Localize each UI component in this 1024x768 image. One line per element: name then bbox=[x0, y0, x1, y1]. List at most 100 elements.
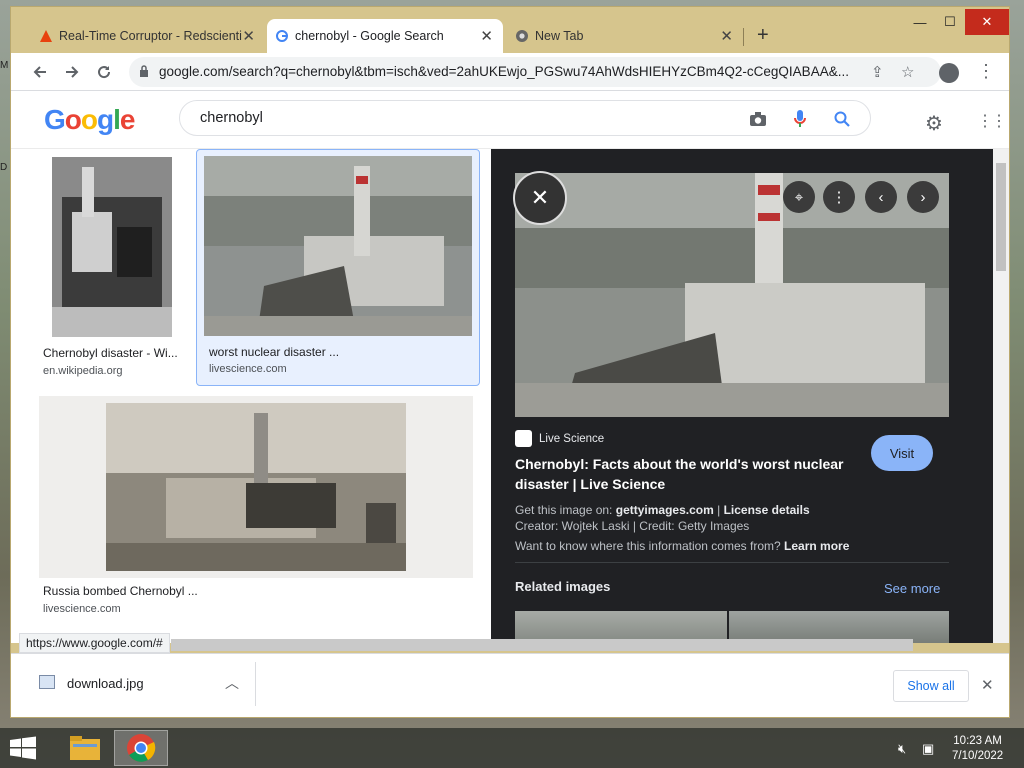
reload-button[interactable] bbox=[93, 61, 115, 83]
tab-redscientist[interactable]: Real-Time Corruptor - Redscienti ✕ bbox=[31, 19, 265, 53]
gettyimages-link[interactable]: gettyimages.com bbox=[616, 503, 714, 517]
search-icon[interactable] bbox=[832, 109, 852, 129]
google-g-icon bbox=[276, 30, 288, 42]
bookmark-star-icon[interactable]: ☆ bbox=[901, 63, 914, 81]
windows-start-icon[interactable] bbox=[8, 736, 38, 760]
browser-window: Real-Time Corruptor - Redscienti ✕ chern… bbox=[10, 6, 1010, 718]
horizontal-scrollbar[interactable] bbox=[171, 639, 913, 651]
clock[interactable]: 10:23 AM 7/10/2022 bbox=[952, 734, 1003, 764]
desktop-icon-fragment: D bbox=[0, 162, 8, 173]
share-icon[interactable]: ⇪ bbox=[871, 63, 884, 81]
source-name[interactable]: Live Science bbox=[539, 433, 604, 445]
back-arrow-icon bbox=[33, 66, 46, 78]
lock-icon bbox=[140, 65, 148, 77]
new-tab-button[interactable]: + bbox=[757, 25, 769, 45]
network-icon[interactable]: ▣ bbox=[922, 741, 934, 757]
camera-search-icon[interactable] bbox=[748, 109, 768, 129]
taskbar: 🔇︎ ▣ 10:23 AM 7/10/2022 bbox=[0, 728, 1024, 768]
logo-letter: l bbox=[113, 104, 121, 135]
reload-icon bbox=[98, 66, 111, 79]
image-result-selected[interactable]: worst nuclear disaster ... livescience.c… bbox=[196, 149, 480, 386]
maximize-button[interactable]: ☐ bbox=[935, 9, 965, 35]
preview-title[interactable]: Chernobyl: Facts about the world's worst… bbox=[515, 454, 861, 494]
result-source: livescience.com bbox=[209, 363, 287, 375]
related-images-heading: Related images bbox=[515, 579, 611, 594]
volume-muted-icon[interactable]: 🔇︎ bbox=[898, 741, 906, 757]
learn-more-link[interactable]: Learn more bbox=[784, 539, 849, 553]
close-tab-icon[interactable]: ✕ bbox=[720, 27, 733, 45]
download-file-name[interactable]: download.jpg bbox=[67, 676, 144, 691]
see-more-link[interactable]: See more bbox=[884, 581, 940, 596]
thumbnail-image bbox=[106, 403, 406, 571]
search-input[interactable] bbox=[200, 110, 700, 126]
scrollbar-thumb[interactable] bbox=[996, 163, 1006, 271]
show-all-button[interactable]: Show all bbox=[893, 670, 969, 702]
logo-letter: g bbox=[97, 104, 114, 135]
result-thumbnail[interactable] bbox=[204, 156, 472, 336]
forward-button[interactable] bbox=[61, 61, 83, 83]
tab-title: Real-Time Corruptor - Redscienti bbox=[59, 29, 242, 43]
apps-grid-icon[interactable]: ⋮⋮ bbox=[977, 111, 1007, 131]
lens-search-icon[interactable]: ⌖ bbox=[783, 181, 815, 213]
web-page: Google ⚙ ⋮⋮ bbox=[11, 91, 1009, 643]
result-thumbnail[interactable] bbox=[52, 157, 172, 337]
close-preview-button[interactable]: ✕ bbox=[513, 171, 567, 225]
close-tab-icon[interactable]: ✕ bbox=[480, 27, 493, 45]
more-options-icon[interactable]: ⋮ bbox=[823, 181, 855, 213]
result-title[interactable]: Russia bombed Chernobyl ... bbox=[43, 584, 198, 598]
result-title[interactable]: Chernobyl disaster - Wi... bbox=[43, 346, 178, 360]
live-science-favicon bbox=[515, 430, 532, 447]
vertical-scrollbar[interactable] bbox=[993, 149, 1009, 643]
get-image-line: Get this image on: gettyimages.com | Lic… bbox=[515, 503, 810, 517]
logo-letter: e bbox=[119, 104, 136, 135]
google-header: Google ⚙ ⋮⋮ bbox=[11, 91, 1009, 149]
result-thumbnail[interactable] bbox=[106, 403, 406, 571]
clock-time: 10:23 AM bbox=[953, 735, 1002, 747]
forward-arrow-icon bbox=[66, 66, 79, 78]
previous-image-icon[interactable]: ‹ bbox=[865, 181, 897, 213]
microphone-icon[interactable] bbox=[790, 109, 810, 129]
status-bar-url: https://www.google.com/# bbox=[19, 633, 170, 653]
info-line: Want to know where this information come… bbox=[515, 539, 849, 553]
google-logo[interactable]: Google bbox=[44, 104, 136, 136]
creator-line: Creator: Wojtek Laski | Credit: Getty Im… bbox=[515, 519, 750, 533]
visit-button[interactable]: Visit bbox=[871, 435, 933, 471]
logo-letter: G bbox=[44, 104, 66, 135]
download-shelf: download.jpg ︿ Show all ✕ bbox=[11, 653, 1009, 717]
thumbnail-image bbox=[204, 156, 472, 336]
result-title[interactable]: worst nuclear disaster ... bbox=[209, 345, 339, 359]
gear-icon[interactable]: ⚙ bbox=[925, 111, 943, 136]
image-result[interactable]: Chernobyl disaster - Wi... en.wikipedia.… bbox=[33, 149, 197, 385]
tab-separator bbox=[743, 28, 744, 46]
tab-google-search[interactable]: chernobyl - Google Search ✕ bbox=[267, 19, 503, 53]
logo-letter: o bbox=[80, 104, 98, 135]
tab-title: New Tab bbox=[535, 29, 584, 43]
address-bar[interactable]: google.com/search?q=chernobyl&tbm=isch&v… bbox=[129, 57, 941, 87]
file-explorer-icon[interactable] bbox=[58, 730, 112, 766]
tab-title: chernobyl - Google Search bbox=[295, 29, 444, 43]
tab-bar: Real-Time Corruptor - Redscienti ✕ chern… bbox=[11, 7, 1009, 53]
profile-avatar-icon[interactable] bbox=[939, 63, 959, 83]
close-icon[interactable]: ✕ bbox=[981, 676, 994, 694]
back-button[interactable] bbox=[29, 61, 51, 83]
tab-new-tab[interactable]: New Tab ✕ bbox=[507, 19, 744, 53]
chevron-up-icon[interactable]: ︿ bbox=[225, 673, 239, 693]
info-prefix: Want to know where this information come… bbox=[515, 539, 781, 553]
desktop-icon-fragment: M bbox=[0, 60, 9, 71]
url-text[interactable]: google.com/search?q=chernobyl&tbm=isch&v… bbox=[159, 64, 859, 79]
next-image-icon[interactable]: › bbox=[907, 181, 939, 213]
image-result[interactable]: Russia bombed Chernobyl ... livescience.… bbox=[39, 396, 473, 631]
image-preview-panel: ✕ ⌖ ⋮ ‹ › Live Science Visit Chernobyl: … bbox=[491, 149, 993, 643]
clock-date: 7/10/2022 bbox=[952, 750, 1004, 762]
chrome-taskbar-icon[interactable] bbox=[114, 730, 168, 766]
image-file-icon bbox=[39, 675, 55, 689]
logo-letter: o bbox=[64, 104, 82, 135]
separator: | bbox=[717, 503, 721, 517]
browser-menu-icon[interactable]: ⋮ bbox=[977, 61, 995, 82]
license-details-link[interactable]: License details bbox=[724, 503, 810, 517]
close-window-button[interactable]: ✕ bbox=[965, 9, 1009, 35]
get-image-prefix: Get this image on: bbox=[515, 503, 613, 517]
minimize-button[interactable]: — bbox=[905, 9, 935, 35]
close-tab-icon[interactable]: ✕ bbox=[242, 27, 255, 45]
search-box[interactable] bbox=[179, 100, 871, 136]
